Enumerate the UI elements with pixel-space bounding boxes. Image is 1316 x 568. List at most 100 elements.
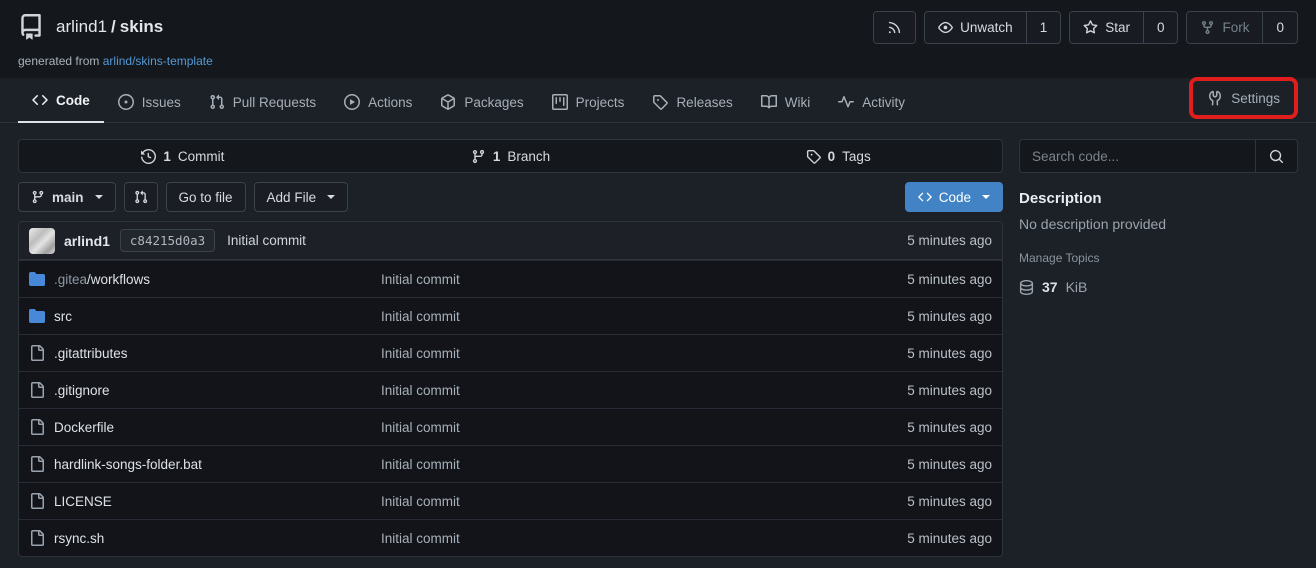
repo-header: arlind1/skins Unwatch 1 Star <box>0 0 1316 78</box>
repo-size-value: 37 <box>1042 279 1058 295</box>
unwatch-button[interactable]: Unwatch <box>925 12 1026 43</box>
tab-label: Pull Requests <box>233 95 316 110</box>
file-icon <box>29 382 45 398</box>
file-commit-message[interactable]: Initial commit <box>381 420 842 435</box>
tab-code[interactable]: Code <box>18 81 104 123</box>
repo-tabbar: Code Issues Pull Requests Actions Packag… <box>0 78 1316 123</box>
file-commit-time: 5 minutes ago <box>842 272 992 287</box>
tab-packages[interactable]: Packages <box>426 83 537 123</box>
branches-stat[interactable]: 1 Branch <box>347 140 675 172</box>
package-icon <box>440 94 456 110</box>
git-branch-icon <box>31 190 45 204</box>
tab-label: Projects <box>576 95 625 110</box>
file-commit-message[interactable]: Initial commit <box>381 272 842 287</box>
tab-releases[interactable]: Releases <box>638 83 746 123</box>
repo-action-buttons: Unwatch 1 Star 0 Fork 0 <box>873 11 1298 44</box>
file-link[interactable]: Dockerfile <box>29 419 381 435</box>
stars-count[interactable]: 0 <box>1143 12 1178 43</box>
database-icon <box>1019 280 1034 295</box>
tab-issues[interactable]: Issues <box>104 83 195 123</box>
code-icon <box>32 92 48 108</box>
code-search-box <box>1019 139 1298 173</box>
file-commit-message[interactable]: Initial commit <box>381 346 842 361</box>
table-row: .gitea/workflows Initial commit 5 minute… <box>19 260 1002 297</box>
tab-label: Actions <box>368 95 412 110</box>
branch-toolbar: main Go to file Add File Code <box>18 182 1003 212</box>
avatar[interactable] <box>29 228 55 254</box>
table-row: src Initial commit 5 minutes ago <box>19 297 1002 334</box>
search-button[interactable] <box>1255 140 1297 172</box>
file-table: arlind1 c84215d0a3 Initial commit 5 minu… <box>18 221 1003 557</box>
commit-message-link[interactable]: Initial commit <box>227 233 306 248</box>
watchers-count[interactable]: 1 <box>1026 12 1061 43</box>
tags-stat[interactable]: 0 Tags <box>674 140 1002 172</box>
star-icon <box>1083 20 1098 35</box>
unwatch-label: Unwatch <box>960 20 1013 35</box>
chevron-down-icon <box>327 195 335 199</box>
commits-stat[interactable]: 1 Commit <box>19 140 347 172</box>
pull-request-icon <box>209 94 225 110</box>
fork-button[interactable]: Fork <box>1187 12 1262 43</box>
compare-button[interactable] <box>124 182 158 212</box>
page-title: arlind1/skins <box>56 17 163 37</box>
file-icon <box>29 530 45 546</box>
chevron-down-icon <box>95 195 103 199</box>
file-link[interactable]: hardlink-songs-folder.bat <box>29 456 381 472</box>
tab-wiki[interactable]: Wiki <box>747 83 825 123</box>
file-commit-message[interactable]: Initial commit <box>381 494 842 509</box>
add-file-button[interactable]: Add File <box>254 182 349 212</box>
code-icon <box>918 190 932 204</box>
file-link[interactable]: src <box>29 308 381 324</box>
commit-count: 1 <box>163 149 171 164</box>
file-link[interactable]: .gitattributes <box>29 345 381 361</box>
file-icon <box>29 345 45 361</box>
file-commit-message[interactable]: Initial commit <box>381 309 842 324</box>
repo-stats-bar: 1 Commit 1 Branch 0 Tags <box>18 139 1003 173</box>
commit-hash-link[interactable]: c84215d0a3 <box>120 229 215 252</box>
pulse-icon <box>838 94 854 110</box>
repo-icon <box>18 14 44 40</box>
file-commit-time: 5 minutes ago <box>842 383 992 398</box>
star-label: Star <box>1105 20 1130 35</box>
search-input[interactable] <box>1020 140 1255 172</box>
forks-count[interactable]: 0 <box>1262 12 1297 43</box>
repo-owner-link[interactable]: arlind1 <box>56 17 107 36</box>
branch-selector[interactable]: main <box>18 182 116 212</box>
repo-size: 37 KiB <box>1019 279 1298 295</box>
file-link[interactable]: rsync.sh <box>29 530 381 546</box>
tab-label: Activity <box>862 95 905 110</box>
table-row: .gitignore Initial commit 5 minutes ago <box>19 371 1002 408</box>
file-commit-time: 5 minutes ago <box>842 420 992 435</box>
repo-name-link[interactable]: skins <box>120 17 163 36</box>
tools-icon <box>1207 90 1223 106</box>
go-to-file-button[interactable]: Go to file <box>166 182 246 212</box>
template-repo-link[interactable]: arlind/skins-template <box>103 54 213 68</box>
current-branch-label: main <box>52 190 84 205</box>
file-link[interactable]: .gitignore <box>29 382 381 398</box>
file-commit-message[interactable]: Initial commit <box>381 457 842 472</box>
commit-author-link[interactable]: arlind1 <box>64 233 110 249</box>
table-row: rsync.sh Initial commit 5 minutes ago <box>19 519 1002 556</box>
file-commit-message[interactable]: Initial commit <box>381 531 842 546</box>
folder-icon <box>29 271 45 287</box>
table-row: hardlink-songs-folder.bat Initial commit… <box>19 445 1002 482</box>
rss-feed-button[interactable] <box>874 12 915 43</box>
tab-pull-requests[interactable]: Pull Requests <box>195 83 330 123</box>
tab-label: Settings <box>1231 91 1280 106</box>
tab-activity[interactable]: Activity <box>824 83 919 123</box>
history-icon <box>141 149 156 164</box>
file-link[interactable]: LICENSE <box>29 493 381 509</box>
tab-actions[interactable]: Actions <box>330 83 426 123</box>
tab-label: Releases <box>676 95 732 110</box>
file-commit-message[interactable]: Initial commit <box>381 383 842 398</box>
table-row: LICENSE Initial commit 5 minutes ago <box>19 482 1002 519</box>
star-button[interactable]: Star <box>1070 12 1143 43</box>
tab-settings-annotated[interactable]: Settings <box>1189 77 1298 119</box>
code-download-button[interactable]: Code <box>905 182 1003 212</box>
generated-from-note: generated from arlind/skins-template <box>18 54 1298 68</box>
tab-projects[interactable]: Projects <box>538 83 639 123</box>
manage-topics-link[interactable]: Manage Topics <box>1019 251 1298 265</box>
file-link[interactable]: .gitea/workflows <box>29 271 381 287</box>
project-board-icon <box>552 94 568 110</box>
tab-label: Wiki <box>785 95 811 110</box>
